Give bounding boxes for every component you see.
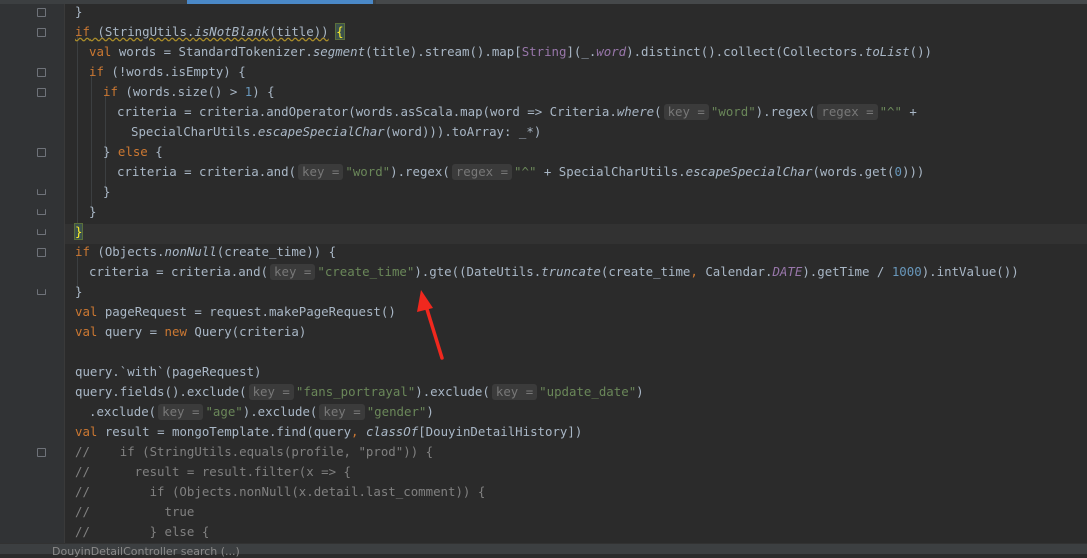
status-bar: DouyinDetailController search (...) — [0, 543, 1087, 557]
red-arrow-annotation — [417, 290, 444, 360]
status-breadcrumb[interactable]: DouyinDetailController search (...) — [52, 546, 240, 557]
